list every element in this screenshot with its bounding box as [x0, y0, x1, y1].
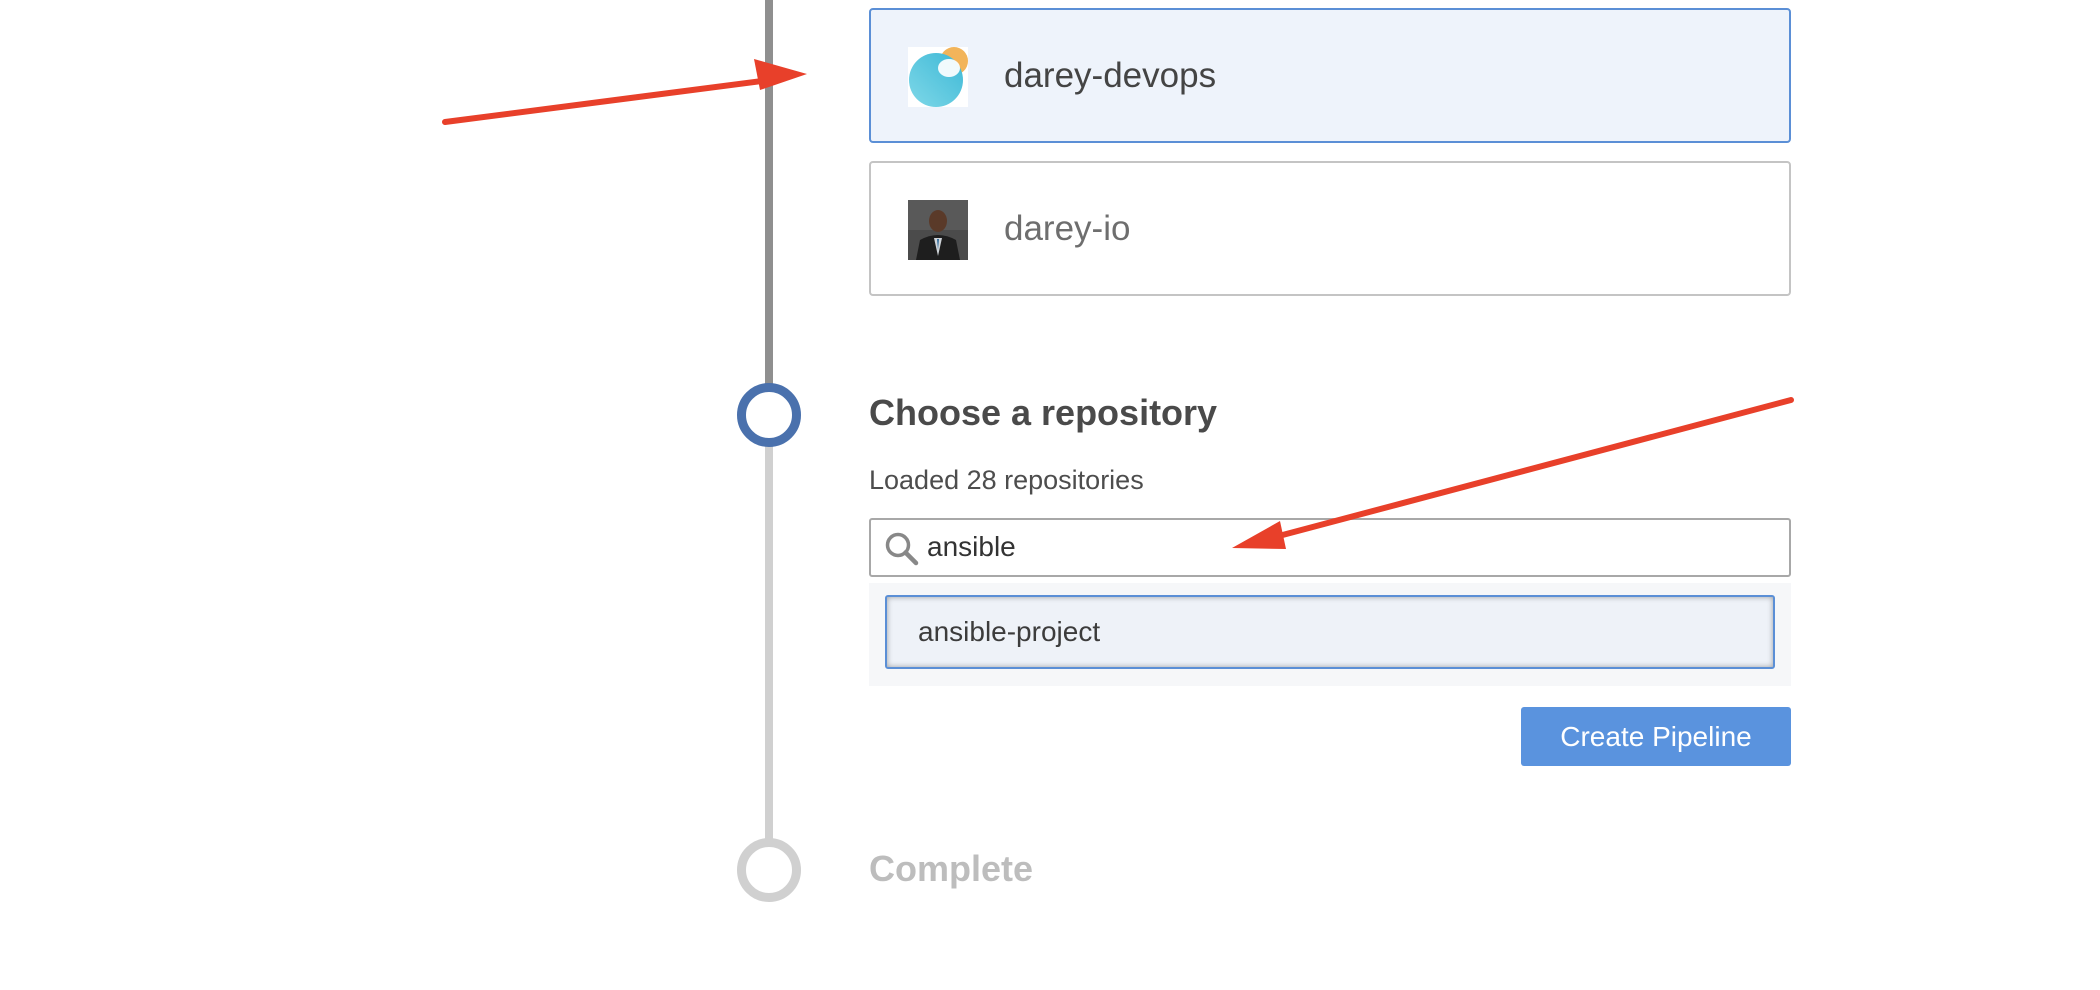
org-name: darey-devops: [1004, 55, 1217, 95]
repository-result-label: ansible-project: [918, 616, 1101, 647]
pipeline-wizard: darey-devops darey-io Choose a repositor…: [0, 0, 2100, 990]
search-results-panel: ansible-project: [869, 583, 1791, 686]
step-title: Choose a repository: [869, 392, 1218, 433]
step-indicator-inactive: [737, 838, 801, 902]
org-card-darey-io[interactable]: darey-io: [869, 161, 1791, 296]
abstract-logo-icon: [908, 47, 968, 107]
annotation-arrow-org: [442, 59, 807, 125]
create-pipeline-button[interactable]: Create Pipeline: [1521, 707, 1791, 766]
complete-step-title: Complete: [869, 848, 1034, 889]
org-card-darey-devops[interactable]: darey-devops: [869, 8, 1791, 143]
timeline-line-completed: [765, 0, 773, 385]
step-indicator-active: [737, 383, 801, 447]
repository-search-box[interactable]: [869, 518, 1791, 577]
org-name: darey-io: [1004, 208, 1131, 248]
user-photo-avatar: [908, 200, 968, 260]
repository-count-status: Loaded 28 repositories: [869, 465, 1144, 495]
search-icon: [883, 530, 921, 568]
timeline-line-pending: [765, 445, 773, 845]
repository-search-input[interactable]: [927, 526, 1767, 568]
repository-result-item[interactable]: ansible-project: [885, 595, 1775, 669]
